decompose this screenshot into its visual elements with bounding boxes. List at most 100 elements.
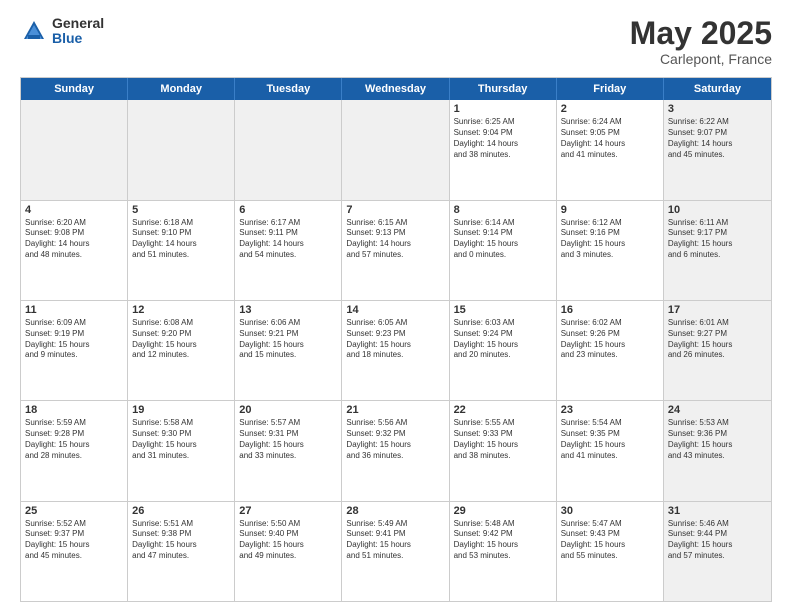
calendar-cell: 3 Sunrise: 6:22 AM Sunset: 9:07 PM Daylig… [664, 100, 771, 199]
calendar-cell: 31Sunrise: 5:46 AM Sunset: 9:44 PM Dayli… [664, 502, 771, 601]
calendar-cell: 28Sunrise: 5:49 AM Sunset: 9:41 PM Dayli… [342, 502, 449, 601]
calendar-cell: 26 Sunrise: 5:51 AM Sunset: 9:38 PM Dayli… [128, 502, 235, 601]
page: General Blue May 2025 Carlepont, France … [0, 0, 792, 612]
logo: General Blue [20, 16, 104, 47]
day-number: 28 [346, 505, 444, 517]
header-day-friday: Friday [557, 78, 664, 100]
day-number: 10 [668, 204, 767, 216]
day-number: 1 [454, 103, 552, 115]
calendar-cell: 30 Sunrise: 5:47 AM Sunset: 9:43 PM Dayli… [557, 502, 664, 601]
day-number: 17 [668, 304, 767, 316]
header-day-saturday: Saturday [664, 78, 771, 100]
day-info: Sunrise: 6:17 AM Sunset: 9:11 PM Dayligh… [239, 218, 337, 261]
day-number: 11 [25, 304, 123, 316]
day-number: 31 [668, 505, 767, 517]
day-number: 22 [454, 404, 552, 416]
day-info: Sunrise: 6:06 AM Sunset: 9:21 PM Dayligh… [239, 318, 337, 361]
calendar-row-1: 4 Sunrise: 6:20 AM Sunset: 9:08 PM Daylig… [21, 201, 771, 301]
day-number: 27 [239, 505, 337, 517]
calendar-cell: 20 Sunrise: 5:57 AM Sunset: 9:31 PM Dayli… [235, 401, 342, 500]
header-day-monday: Monday [128, 78, 235, 100]
day-info: Sunrise: 5:56 AM Sunset: 9:32 PM Dayligh… [346, 418, 444, 461]
calendar-cell: 18 Sunrise: 5:59 AM Sunset: 9:28 PM Dayli… [21, 401, 128, 500]
calendar-cell: 19 Sunrise: 5:58 AM Sunset: 9:30 PM Dayli… [128, 401, 235, 500]
calendar-cell: 4 Sunrise: 6:20 AM Sunset: 9:08 PM Daylig… [21, 201, 128, 300]
logo-text: General Blue [52, 16, 104, 47]
header: General Blue May 2025 Carlepont, France [20, 16, 772, 67]
calendar-cell [21, 100, 128, 199]
day-info: Sunrise: 6:05 AM Sunset: 9:23 PM Dayligh… [346, 318, 444, 361]
day-info: Sunrise: 6:02 AM Sunset: 9:26 PM Dayligh… [561, 318, 659, 361]
day-info: Sunrise: 6:18 AM Sunset: 9:10 PM Dayligh… [132, 218, 230, 261]
day-number: 3 [668, 103, 767, 115]
day-number: 30 [561, 505, 659, 517]
calendar-cell: 14Sunrise: 6:05 AM Sunset: 9:23 PM Dayli… [342, 301, 449, 400]
day-info: Sunrise: 6:11 AM Sunset: 9:17 PM Dayligh… [668, 218, 767, 261]
calendar-cell: 10 Sunrise: 6:11 AM Sunset: 9:17 PM Dayli… [664, 201, 771, 300]
calendar-row-0: 1 Sunrise: 6:25 AM Sunset: 9:04 PM Daylig… [21, 100, 771, 200]
title-block: May 2025 Carlepont, France [630, 16, 772, 67]
day-info: Sunrise: 5:57 AM Sunset: 9:31 PM Dayligh… [239, 418, 337, 461]
day-info: Sunrise: 6:24 AM Sunset: 9:05 PM Dayligh… [561, 117, 659, 160]
day-number: 15 [454, 304, 552, 316]
header-day-tuesday: Tuesday [235, 78, 342, 100]
calendar-header: SundayMondayTuesdayWednesdayThursdayFrid… [21, 78, 771, 100]
calendar-cell: 9 Sunrise: 6:12 AM Sunset: 9:16 PM Daylig… [557, 201, 664, 300]
calendar-cell: 1 Sunrise: 6:25 AM Sunset: 9:04 PM Daylig… [450, 100, 557, 199]
day-number: 23 [561, 404, 659, 416]
calendar-cell: 15 Sunrise: 6:03 AM Sunset: 9:24 PM Dayli… [450, 301, 557, 400]
day-number: 4 [25, 204, 123, 216]
logo-icon [20, 17, 48, 45]
day-info: Sunrise: 6:12 AM Sunset: 9:16 PM Dayligh… [561, 218, 659, 261]
calendar-cell: 6 Sunrise: 6:17 AM Sunset: 9:11 PM Daylig… [235, 201, 342, 300]
day-number: 19 [132, 404, 230, 416]
day-number: 18 [25, 404, 123, 416]
day-info: Sunrise: 6:22 AM Sunset: 9:07 PM Dayligh… [668, 117, 767, 160]
calendar-cell: 12Sunrise: 6:08 AM Sunset: 9:20 PM Dayli… [128, 301, 235, 400]
day-info: Sunrise: 6:14 AM Sunset: 9:14 PM Dayligh… [454, 218, 552, 261]
calendar-cell: 27Sunrise: 5:50 AM Sunset: 9:40 PM Dayli… [235, 502, 342, 601]
day-number: 24 [668, 404, 767, 416]
calendar-cell [235, 100, 342, 199]
day-number: 20 [239, 404, 337, 416]
calendar-cell: 24 Sunrise: 5:53 AM Sunset: 9:36 PM Dayli… [664, 401, 771, 500]
calendar-cell: 13Sunrise: 6:06 AM Sunset: 9:21 PM Dayli… [235, 301, 342, 400]
day-number: 6 [239, 204, 337, 216]
day-info: Sunrise: 6:25 AM Sunset: 9:04 PM Dayligh… [454, 117, 552, 160]
day-number: 5 [132, 204, 230, 216]
day-info: Sunrise: 6:15 AM Sunset: 9:13 PM Dayligh… [346, 218, 444, 261]
day-info: Sunrise: 6:03 AM Sunset: 9:24 PM Dayligh… [454, 318, 552, 361]
calendar-body: 1 Sunrise: 6:25 AM Sunset: 9:04 PM Daylig… [21, 100, 771, 601]
day-number: 9 [561, 204, 659, 216]
day-info: Sunrise: 5:58 AM Sunset: 9:30 PM Dayligh… [132, 418, 230, 461]
calendar-row-2: 11Sunrise: 6:09 AM Sunset: 9:19 PM Dayli… [21, 301, 771, 401]
day-info: Sunrise: 6:08 AM Sunset: 9:20 PM Dayligh… [132, 318, 230, 361]
day-number: 21 [346, 404, 444, 416]
calendar-cell: 22 Sunrise: 5:55 AM Sunset: 9:33 PM Dayli… [450, 401, 557, 500]
calendar-cell: 21 Sunrise: 5:56 AM Sunset: 9:32 PM Dayli… [342, 401, 449, 500]
calendar-cell: 5 Sunrise: 6:18 AM Sunset: 9:10 PM Daylig… [128, 201, 235, 300]
day-info: Sunrise: 5:53 AM Sunset: 9:36 PM Dayligh… [668, 418, 767, 461]
calendar-row-3: 18 Sunrise: 5:59 AM Sunset: 9:28 PM Dayli… [21, 401, 771, 501]
day-info: Sunrise: 5:55 AM Sunset: 9:33 PM Dayligh… [454, 418, 552, 461]
day-number: 8 [454, 204, 552, 216]
day-info: Sunrise: 5:59 AM Sunset: 9:28 PM Dayligh… [25, 418, 123, 461]
day-number: 25 [25, 505, 123, 517]
calendar-cell: 7Sunrise: 6:15 AM Sunset: 9:13 PM Daylig… [342, 201, 449, 300]
day-info: Sunrise: 6:01 AM Sunset: 9:27 PM Dayligh… [668, 318, 767, 361]
header-day-wednesday: Wednesday [342, 78, 449, 100]
calendar-cell: 29Sunrise: 5:48 AM Sunset: 9:42 PM Dayli… [450, 502, 557, 601]
calendar-cell: 16 Sunrise: 6:02 AM Sunset: 9:26 PM Dayli… [557, 301, 664, 400]
day-info: Sunrise: 5:54 AM Sunset: 9:35 PM Dayligh… [561, 418, 659, 461]
header-day-sunday: Sunday [21, 78, 128, 100]
calendar-cell [128, 100, 235, 199]
calendar: SundayMondayTuesdayWednesdayThursdayFrid… [20, 77, 772, 602]
day-number: 16 [561, 304, 659, 316]
day-number: 26 [132, 505, 230, 517]
day-info: Sunrise: 5:47 AM Sunset: 9:43 PM Dayligh… [561, 519, 659, 562]
calendar-row-4: 25Sunrise: 5:52 AM Sunset: 9:37 PM Dayli… [21, 502, 771, 601]
day-info: Sunrise: 6:20 AM Sunset: 9:08 PM Dayligh… [25, 218, 123, 261]
calendar-cell: 11Sunrise: 6:09 AM Sunset: 9:19 PM Dayli… [21, 301, 128, 400]
day-info: Sunrise: 5:51 AM Sunset: 9:38 PM Dayligh… [132, 519, 230, 562]
day-number: 29 [454, 505, 552, 517]
